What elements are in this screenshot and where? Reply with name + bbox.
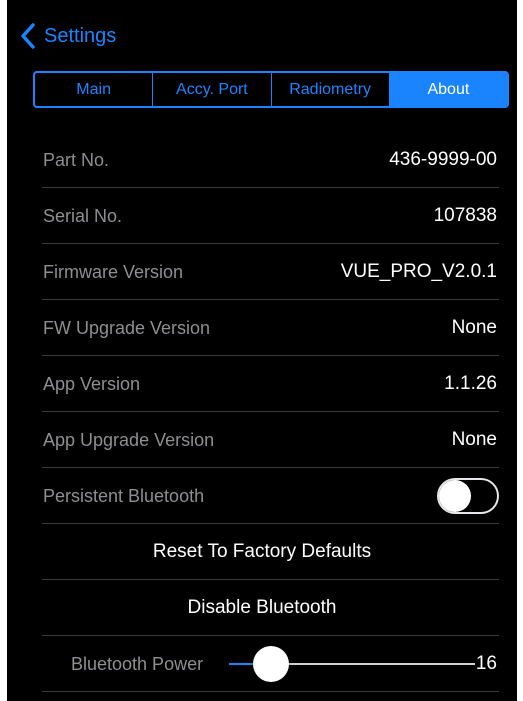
serial-number-value: 107838 [433, 205, 497, 226]
chevron-left-icon [20, 22, 40, 50]
firmware-version-label: Firmware Version [43, 261, 184, 282]
reset-row: Reset To Factory Defaults [7, 524, 517, 580]
serial-number-row: Serial No. 107838 [7, 188, 517, 244]
fw-upgrade-version-label: FW Upgrade Version [43, 317, 211, 338]
bluetooth-power-row: Bluetooth Power 16 [7, 636, 517, 692]
reset-factory-defaults-button[interactable]: Reset To Factory Defaults [7, 541, 517, 563]
part-number-row: Part No. 436-9999-00 [7, 132, 517, 188]
persistent-bluetooth-toggle[interactable] [437, 478, 499, 514]
serial-number-label: Serial No. [43, 205, 123, 226]
slider-thumb[interactable] [252, 646, 289, 682]
app-version-label: App Version [43, 373, 141, 394]
persistent-bluetooth-row: Persistent Bluetooth [7, 468, 517, 524]
app-version-row: App Version 1.1.26 [7, 356, 517, 412]
tab-accy-port[interactable]: Accy. Port [153, 73, 272, 106]
bluetooth-power-slider[interactable] [229, 646, 475, 682]
app-upgrade-version-label: App Upgrade Version [43, 429, 215, 450]
about-list: Part No. 436-9999-00 Serial No. 107838 F… [7, 132, 517, 692]
tab-radiometry[interactable]: Radiometry [272, 73, 390, 106]
tab-bar: Main Accy. Port Radiometry About [33, 71, 509, 108]
firmware-version-row: Firmware Version VUE_PRO_V2.0.1 [7, 244, 517, 300]
disable-bluetooth-row: Disable Bluetooth [7, 580, 517, 636]
app-upgrade-version-row: App Upgrade Version None [7, 412, 517, 468]
disable-bluetooth-button[interactable]: Disable Bluetooth [7, 597, 517, 619]
toggle-knob [439, 480, 471, 512]
back-button[interactable]: Settings [20, 22, 116, 50]
part-number-value: 436-9999-00 [389, 149, 497, 170]
tab-main[interactable]: Main [35, 73, 154, 106]
settings-screen: Settings Main Accy. Port Radiometry Abou… [7, 0, 517, 701]
back-label: Settings [44, 24, 117, 47]
fw-upgrade-version-value: None [451, 317, 497, 338]
bluetooth-power-value: 16 [475, 653, 497, 674]
bluetooth-power-label: Bluetooth Power [71, 653, 204, 674]
app-upgrade-version-value: None [451, 429, 497, 450]
tab-about[interactable]: About [389, 73, 507, 106]
firmware-version-value: VUE_PRO_V2.0.1 [340, 261, 497, 282]
part-number-label: Part No. [43, 149, 110, 170]
persistent-bluetooth-label: Persistent Bluetooth [43, 485, 205, 506]
app-version-value: 1.1.26 [444, 373, 497, 394]
divider [42, 691, 499, 692]
fw-upgrade-version-row: FW Upgrade Version None [7, 300, 517, 356]
